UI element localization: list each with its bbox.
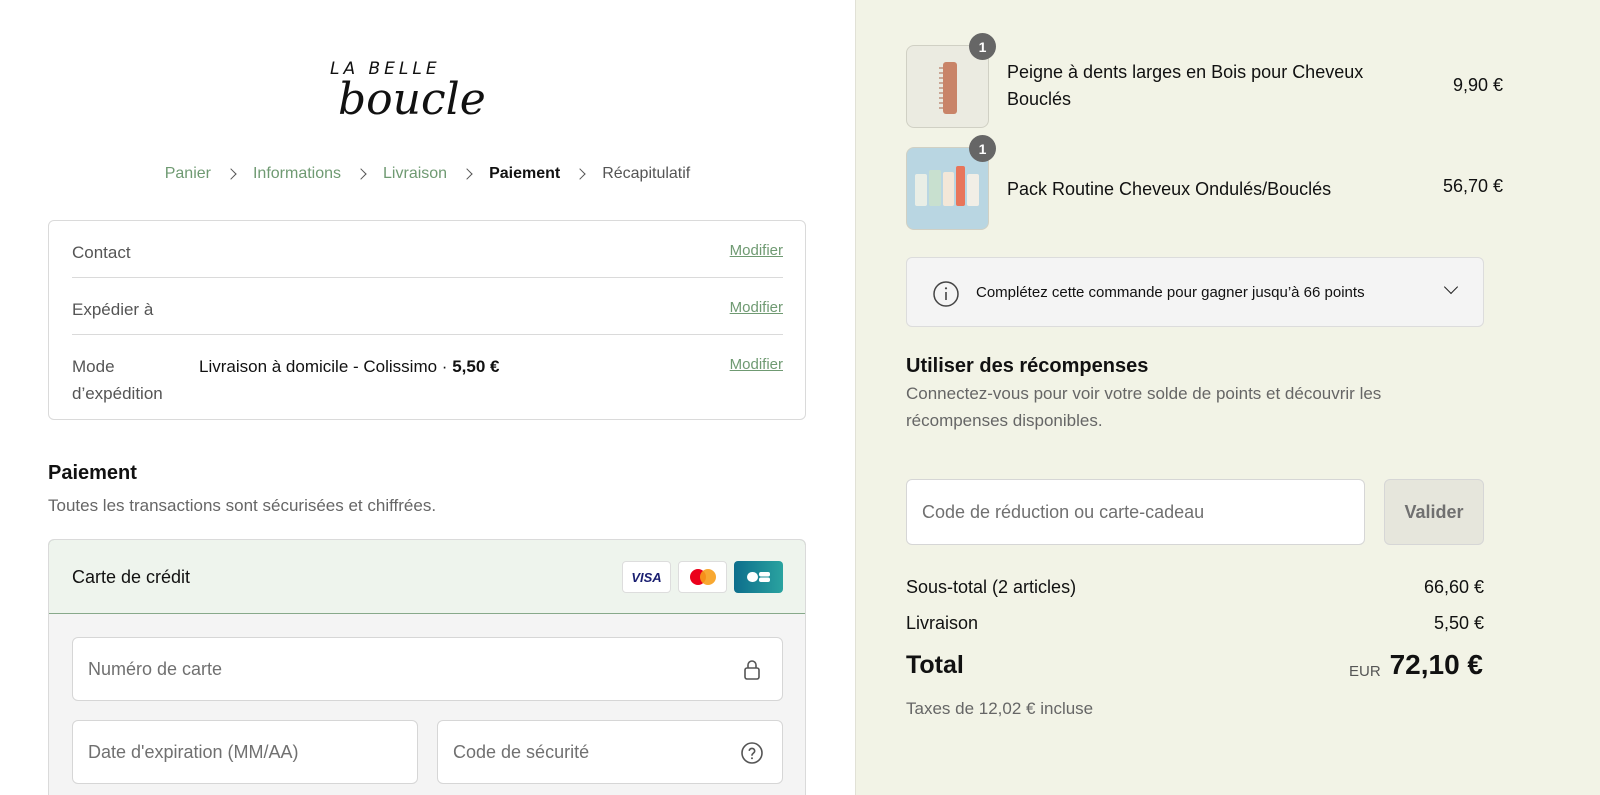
total-label: Total bbox=[906, 651, 964, 679]
order-review-box: Contact Modifier Expédier à Modifier Mod… bbox=[48, 220, 806, 420]
breadcrumb-recapitulatif: Récapitulatif bbox=[602, 165, 691, 182]
shipping-label: Livraison bbox=[906, 613, 979, 633]
review-row-shipping-method: Mode d’expédition Livraison à domicile - … bbox=[72, 335, 783, 421]
taxes-note: Taxes de 12,02 € incluse bbox=[906, 699, 1094, 718]
review-row-contact: Contact Modifier bbox=[72, 221, 783, 278]
edit-contact-link[interactable]: Modifier bbox=[730, 242, 783, 259]
payment-title: Paiement bbox=[48, 462, 137, 484]
breadcrumb-paiement: Paiement bbox=[489, 165, 561, 182]
subtotal-row: Sous-total (2 articles) 66,60 € bbox=[906, 577, 1484, 598]
rewards-title: Utiliser des récompenses bbox=[906, 355, 1149, 377]
card-number-input[interactable] bbox=[88, 638, 737, 700]
shipping-row: Livraison 5,50 € bbox=[906, 613, 1484, 634]
lock-icon bbox=[744, 660, 760, 680]
chevron-right-icon bbox=[461, 168, 473, 180]
subtotal-label: Sous-total (2 articles) bbox=[906, 577, 1077, 597]
review-label-line2: d’expédition bbox=[72, 384, 163, 403]
review-label-contact: Contact bbox=[72, 243, 131, 262]
expiry-field[interactable] bbox=[72, 720, 418, 784]
item-name: Pack Routine Cheveux Ondulés/Bouclés bbox=[1007, 179, 1332, 199]
visa-logo-icon: VISA bbox=[622, 561, 671, 593]
shipping-method-name: Livraison à domicile - Colissimo · bbox=[199, 357, 453, 376]
checkout-main: LA BELLE boucle Panier Informations Livr… bbox=[0, 0, 855, 795]
rewards-subtitle: Connectez-vous pour voir votre solde de … bbox=[906, 384, 1382, 430]
breadcrumb-livraison[interactable]: Livraison bbox=[383, 165, 447, 183]
cart-item: 1 Pack Routine Cheveux Ondulés/Bouclés 5… bbox=[906, 135, 1503, 230]
loyalty-points-banner[interactable]: Complétez cette commande pour gagner jus… bbox=[906, 257, 1484, 327]
edit-ship-to-link[interactable]: Modifier bbox=[730, 299, 783, 316]
shipping-method-price: 5,50 € bbox=[452, 357, 500, 376]
help-icon[interactable] bbox=[740, 741, 764, 765]
payment-subtitle: Toutes les transactions sont sécurisées … bbox=[48, 496, 437, 515]
breadcrumb: Panier Informations Livraison Paiement R… bbox=[0, 165, 855, 183]
shipping-value: 5,50 € bbox=[1433, 613, 1484, 633]
brand-line2: boucle bbox=[338, 74, 486, 125]
brand-logo-graphic: LA BELLE boucle bbox=[330, 59, 486, 125]
review-label-ship-to: Expédier à bbox=[72, 300, 154, 319]
chevron-right-icon bbox=[355, 168, 367, 180]
order-summary-panel: 1 Peigne à dents larges en Bois pour Che… bbox=[855, 0, 1600, 795]
points-text: Complétez cette commande pour gagner jus… bbox=[976, 284, 1365, 301]
cart-item: 1 Peigne à dents larges en Bois pour Che… bbox=[906, 33, 1503, 128]
discount-field[interactable] bbox=[906, 479, 1365, 545]
chevron-down-icon[interactable] bbox=[1443, 279, 1459, 295]
quantity-badge: 1 bbox=[969, 135, 996, 162]
chevron-right-icon bbox=[574, 168, 586, 180]
item-name: Peigne à dents larges en Bois pour Cheve… bbox=[1007, 62, 1364, 109]
cb-logo-icon bbox=[734, 561, 783, 593]
item-price: 9,90 € bbox=[1452, 75, 1503, 95]
chevron-right-icon bbox=[225, 168, 237, 180]
credit-card-label: Carte de crédit bbox=[72, 567, 191, 587]
info-icon bbox=[933, 281, 959, 307]
apply-discount-button[interactable]: Valider bbox=[1384, 479, 1484, 545]
quantity-badge: 1 bbox=[969, 33, 996, 60]
payment-method-box: Carte de crédit VISA bbox=[48, 539, 806, 795]
discount-input[interactable] bbox=[922, 480, 1342, 544]
security-code-input[interactable] bbox=[453, 721, 737, 783]
review-row-ship-to: Expédier à Modifier bbox=[72, 278, 783, 335]
card-number-field[interactable] bbox=[72, 637, 783, 701]
currency-code: EUR bbox=[1349, 663, 1381, 680]
review-label-shipping-method: Mode d’expédition bbox=[72, 353, 192, 407]
review-value-shipping-method: Livraison à domicile - Colissimo · 5,50 … bbox=[199, 353, 499, 380]
breadcrumb-panier[interactable]: Panier bbox=[165, 165, 211, 183]
security-code-field[interactable] bbox=[437, 720, 783, 784]
expiry-input[interactable] bbox=[88, 721, 372, 783]
credit-card-option[interactable]: Carte de crédit VISA bbox=[49, 540, 805, 614]
review-label-line1: Mode bbox=[72, 357, 115, 376]
mastercard-logo-icon bbox=[678, 561, 727, 593]
total-value: 72,10 € bbox=[1389, 649, 1483, 680]
item-price: 56,70 € bbox=[1442, 176, 1503, 196]
breadcrumb-informations[interactable]: Informations bbox=[253, 165, 341, 183]
edit-shipping-method-link[interactable]: Modifier bbox=[730, 356, 783, 373]
subtotal-value: 66,60 € bbox=[1423, 577, 1484, 597]
brand-logo[interactable]: LA BELLE boucle bbox=[330, 52, 530, 132]
